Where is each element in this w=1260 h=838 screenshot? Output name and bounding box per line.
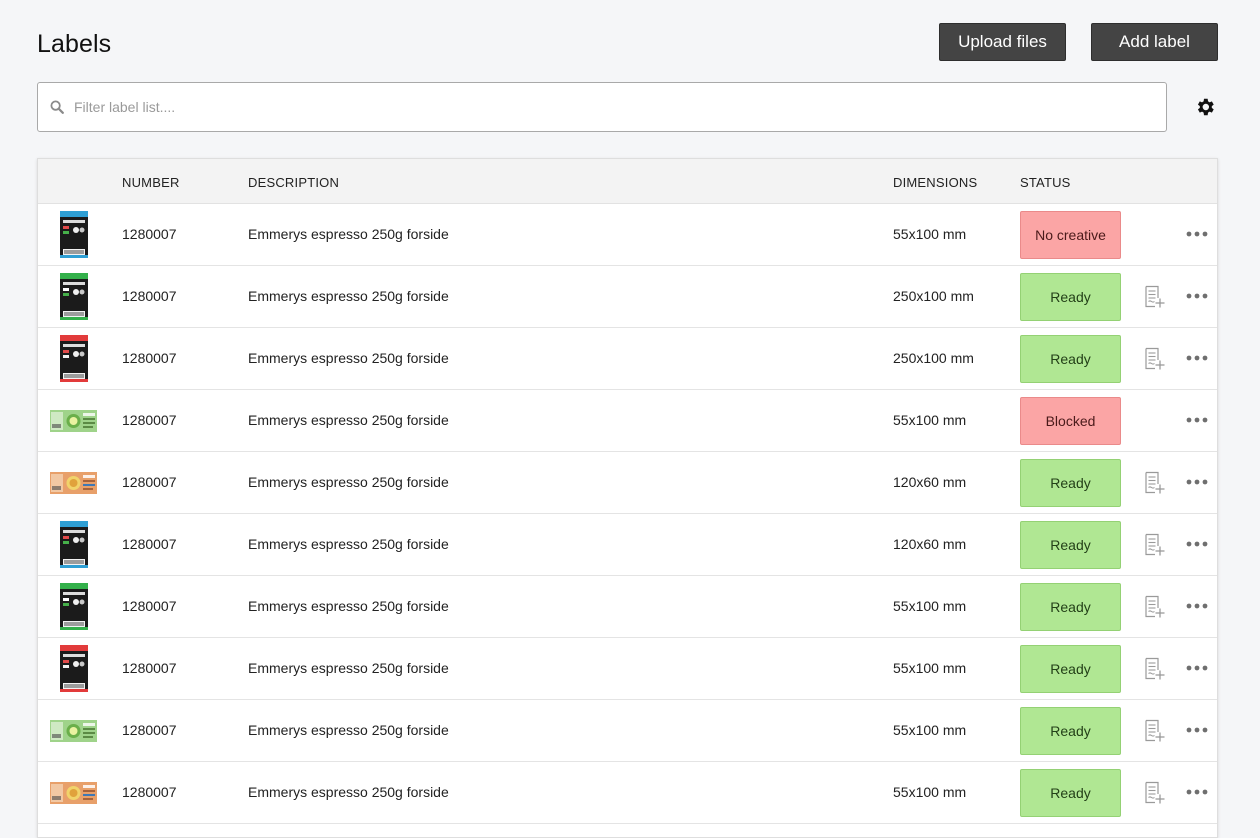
label-thumbnail: [50, 720, 97, 742]
label-number: 1280007: [122, 474, 177, 490]
label-thumbnail: [50, 782, 97, 804]
column-header-number[interactable]: NUMBER: [122, 175, 180, 190]
label-number: 1280007: [122, 598, 177, 614]
label-dimensions: 250x100 mm: [893, 288, 974, 304]
status-badge: Ready: [1020, 645, 1121, 693]
page-title: Labels: [37, 30, 112, 58]
label-dimensions: 55x100 mm: [893, 784, 967, 800]
table-row[interactable]: 1280007 Emmerys espresso 250g forside 55x1…: [38, 700, 1217, 762]
table-body: 1280007 Emmerys espresso 250g forside 55x1…: [38, 204, 1217, 824]
column-header-description[interactable]: DESCRIPTION: [248, 175, 339, 190]
status-badge: Ready: [1020, 273, 1121, 321]
label-thumbnail: [60, 273, 88, 320]
add-document-icon[interactable]: [1144, 471, 1166, 495]
label-number: 1280007: [122, 722, 177, 738]
label-dimensions: 120x60 mm: [893, 474, 967, 490]
table-row[interactable]: 1280007 Emmerys espresso 250g forside 250x…: [38, 328, 1217, 390]
table-row[interactable]: 1280007 Emmerys espresso 250g forside 120x…: [38, 514, 1217, 576]
label-dimensions: 120x60 mm: [893, 536, 967, 552]
add-document-icon[interactable]: [1144, 533, 1166, 557]
label-thumbnail: [50, 472, 97, 494]
table-row[interactable]: 1280007 Emmerys espresso 250g forside 55x1…: [38, 762, 1217, 824]
search-icon: [48, 98, 66, 116]
search-input[interactable]: [72, 98, 1156, 116]
more-options-icon[interactable]: [1186, 782, 1208, 802]
label-description: Emmerys espresso 250g forside: [248, 784, 449, 800]
more-options-icon[interactable]: [1186, 286, 1208, 306]
label-description: Emmerys espresso 250g forside: [248, 722, 449, 738]
label-description: Emmerys espresso 250g forside: [248, 412, 449, 428]
status-badge: Ready: [1020, 769, 1121, 817]
table-header: NUMBER DESCRIPTION DIMENSIONS STATUS: [38, 159, 1217, 204]
search-bar: [37, 82, 1167, 132]
status-badge: Ready: [1020, 459, 1121, 507]
label-number: 1280007: [122, 288, 177, 304]
more-options-icon[interactable]: [1186, 596, 1208, 616]
more-options-icon[interactable]: [1186, 410, 1208, 430]
more-options-icon[interactable]: [1186, 224, 1208, 244]
table-row[interactable]: 1280007 Emmerys espresso 250g forside 120x…: [38, 452, 1217, 514]
label-dimensions: 55x100 mm: [893, 660, 967, 676]
add-document-icon[interactable]: [1144, 347, 1166, 371]
more-options-icon[interactable]: [1186, 534, 1208, 554]
label-number: 1280007: [122, 660, 177, 676]
label-thumbnail: [60, 583, 88, 630]
more-options-icon[interactable]: [1186, 658, 1208, 678]
status-badge: Ready: [1020, 335, 1121, 383]
add-document-icon[interactable]: [1144, 719, 1166, 743]
more-options-icon[interactable]: [1186, 720, 1208, 740]
add-document-icon[interactable]: [1144, 781, 1166, 805]
label-dimensions: 250x100 mm: [893, 350, 974, 366]
label-dimensions: 55x100 mm: [893, 226, 967, 242]
column-header-status[interactable]: STATUS: [1020, 175, 1071, 190]
status-badge: Ready: [1020, 521, 1121, 569]
label-thumbnail: [60, 335, 88, 382]
label-number: 1280007: [122, 536, 177, 552]
label-dimensions: 55x100 mm: [893, 722, 967, 738]
status-badge: No creative: [1020, 211, 1121, 259]
label-description: Emmerys espresso 250g forside: [248, 660, 449, 676]
label-description: Emmerys espresso 250g forside: [248, 350, 449, 366]
table-row[interactable]: 1280007 Emmerys espresso 250g forside 55x1…: [38, 576, 1217, 638]
table-row[interactable]: 1280007 Emmerys espresso 250g forside 55x1…: [38, 204, 1217, 266]
label-number: 1280007: [122, 226, 177, 242]
add-document-icon[interactable]: [1144, 595, 1166, 619]
label-description: Emmerys espresso 250g forside: [248, 598, 449, 614]
status-badge: Ready: [1020, 583, 1121, 631]
label-description: Emmerys espresso 250g forside: [248, 536, 449, 552]
table-row[interactable]: 1280007 Emmerys espresso 250g forside 250x…: [38, 266, 1217, 328]
table-row[interactable]: 1280007 Emmerys espresso 250g forside 55x1…: [38, 638, 1217, 700]
upload-files-button[interactable]: Upload files: [939, 23, 1066, 61]
label-number: 1280007: [122, 784, 177, 800]
label-dimensions: 55x100 mm: [893, 598, 967, 614]
status-badge: Blocked: [1020, 397, 1121, 445]
label-description: Emmerys espresso 250g forside: [248, 226, 449, 242]
more-options-icon[interactable]: [1186, 348, 1208, 368]
label-number: 1280007: [122, 350, 177, 366]
label-dimensions: 55x100 mm: [893, 412, 967, 428]
table-row[interactable]: 1280007 Emmerys espresso 250g forside 55x1…: [38, 390, 1217, 452]
labels-table: NUMBER DESCRIPTION DIMENSIONS STATUS 128…: [37, 158, 1218, 838]
label-description: Emmerys espresso 250g forside: [248, 474, 449, 490]
add-document-icon[interactable]: [1144, 657, 1166, 681]
gear-icon[interactable]: [1194, 96, 1216, 118]
column-header-dimensions[interactable]: DIMENSIONS: [893, 175, 977, 190]
label-description: Emmerys espresso 250g forside: [248, 288, 449, 304]
status-badge: Ready: [1020, 707, 1121, 755]
label-thumbnail: [60, 521, 88, 568]
add-label-button[interactable]: Add label: [1091, 23, 1218, 61]
add-document-icon[interactable]: [1144, 285, 1166, 309]
more-options-icon[interactable]: [1186, 472, 1208, 492]
label-number: 1280007: [122, 412, 177, 428]
label-thumbnail: [60, 645, 88, 692]
label-thumbnail: [60, 211, 88, 258]
label-thumbnail: [50, 410, 97, 432]
